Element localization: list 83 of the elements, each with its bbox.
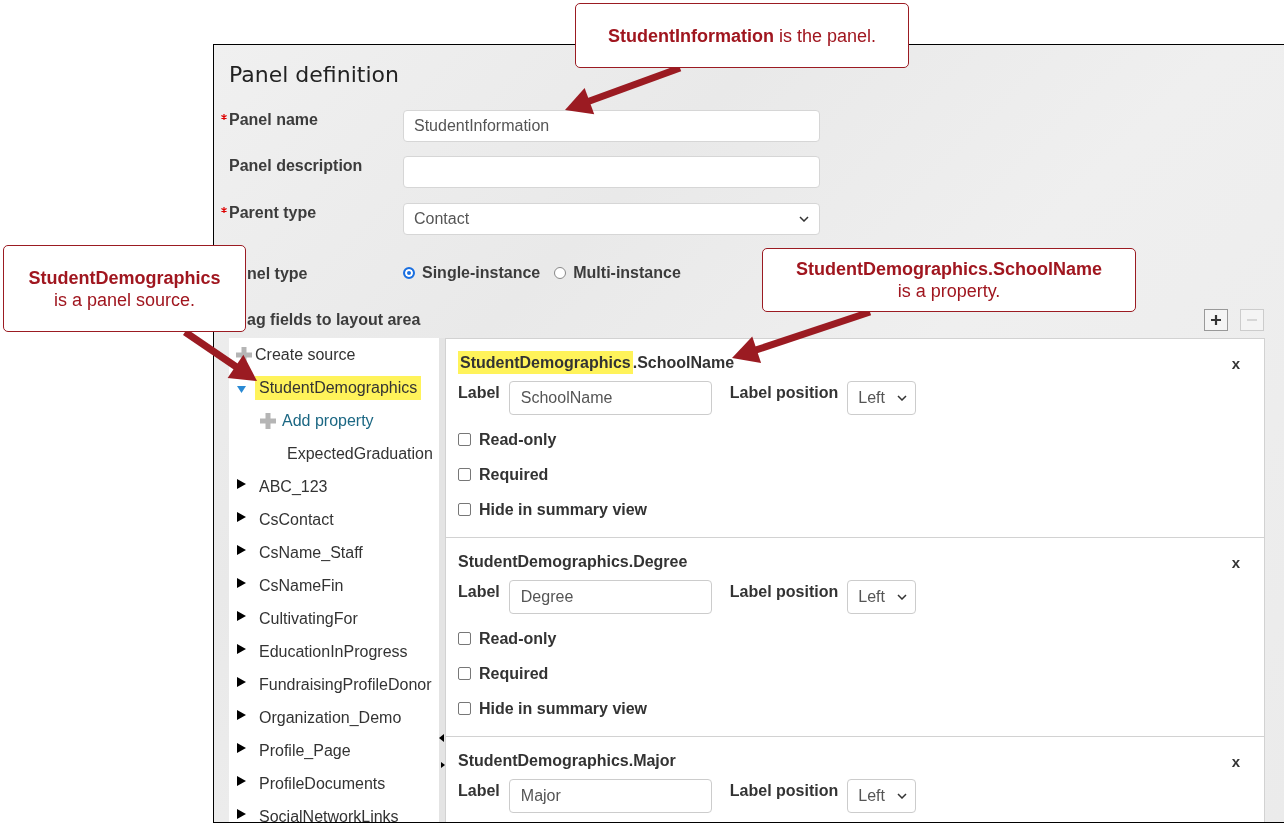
tree-item[interactable]: StudentDemographics (255, 375, 422, 400)
tree-item[interactable]: EducationInProgress (255, 639, 412, 664)
property-title: StudentDemographics.Major (458, 752, 676, 770)
create-source-link[interactable]: Create source (255, 345, 356, 364)
tree-item[interactable]: ExpectedGraduation (259, 444, 433, 463)
checkbox-label: Required (479, 465, 549, 484)
tree-item[interactable]: CsContact (255, 507, 338, 532)
tree-item[interactable]: Profile_Page (255, 738, 355, 763)
checkbox[interactable] (458, 702, 471, 715)
tree-item[interactable]: SocialNetworkLinks (255, 804, 403, 822)
property-title: StudentDemographics.SchoolName (458, 354, 735, 372)
right-triangle-icon[interactable] (441, 762, 445, 768)
chevron-down-icon (897, 793, 908, 799)
checkbox[interactable] (458, 503, 471, 516)
label-field[interactable]: Major (508, 779, 712, 813)
add-button[interactable] (1204, 309, 1228, 331)
expand-triangle-icon[interactable] (237, 511, 246, 522)
expand-triangle-icon[interactable] (237, 775, 246, 786)
tree-item[interactable]: ABC_123 (255, 474, 332, 499)
tree-item[interactable]: CultivatingFor (255, 606, 362, 631)
checkbox-label: Hide in summary view (479, 500, 648, 519)
section-label: ag fields to layout area (246, 311, 421, 329)
label-position-select[interactable]: Left (847, 381, 917, 415)
chevron-down-icon (897, 395, 908, 401)
field-label: Label (458, 781, 500, 800)
tree-item[interactable]: Organization_Demo (255, 705, 406, 730)
tree-item[interactable]: CsName_Staff (255, 540, 367, 565)
field-label: Label (458, 383, 500, 402)
field-label: nel type (247, 265, 308, 282)
label-position-select[interactable]: Left (847, 779, 917, 813)
expand-triangle-icon[interactable] (237, 676, 246, 687)
label-field[interactable]: Degree (508, 580, 712, 614)
callout-text: StudentInformation is the panel. (607, 24, 877, 47)
plus-icon (235, 345, 253, 364)
field-label: Label position (729, 582, 839, 601)
field-label: Panel name (229, 111, 318, 128)
text-field[interactable] (403, 156, 820, 188)
field-label: Label position (729, 383, 839, 402)
checkbox[interactable] (458, 667, 471, 680)
checkbox-label: Required (479, 664, 549, 683)
expand-triangle-icon[interactable] (237, 478, 246, 489)
checkbox-label: Hide in summary view (479, 699, 648, 718)
plus-icon (1211, 315, 1221, 325)
close-button[interactable]: x (1231, 752, 1240, 770)
field-label: Parent type (229, 204, 317, 221)
label-position-select[interactable]: Left (847, 580, 917, 614)
close-button[interactable]: x (1231, 354, 1240, 372)
chevron-down-icon (799, 216, 809, 222)
radio-button[interactable] (554, 267, 567, 279)
expand-triangle-icon[interactable] (237, 709, 246, 720)
left-triangle-icon[interactable] (439, 734, 444, 742)
expand-triangle-icon[interactable] (237, 742, 246, 753)
label-field[interactable]: SchoolName (508, 381, 712, 415)
expanded-caret-icon[interactable] (237, 386, 246, 393)
select-field[interactable]: Contact (403, 203, 820, 235)
property-title: StudentDemographics.Degree (458, 553, 688, 571)
checkbox[interactable] (458, 468, 471, 481)
callout-text: StudentDemographics.SchoolName is a property. (795, 258, 1103, 302)
expand-triangle-icon[interactable] (237, 808, 246, 819)
radio-label: Single-instance (422, 264, 541, 282)
expand-triangle-icon[interactable] (237, 577, 246, 588)
plus-icon (259, 411, 277, 430)
close-button[interactable]: x (1231, 553, 1240, 571)
tree-item[interactable]: ProfileDocuments (255, 771, 390, 796)
callout-text: StudentDemographics is a panel source. (28, 266, 221, 311)
add-property-link[interactable]: Add property (282, 411, 374, 430)
chevron-down-icon (897, 594, 908, 600)
tree-item[interactable]: FundraisingProfileDonor (255, 672, 436, 697)
checkbox-label: Read-only (479, 430, 557, 449)
text-field[interactable]: StudentInformation (403, 110, 820, 142)
expand-triangle-icon[interactable] (237, 610, 246, 621)
page-title: Panel definition (229, 61, 399, 89)
checkbox-label: Read-only (479, 629, 557, 648)
field-label: Label position (729, 781, 839, 800)
field-label: Panel description (229, 157, 363, 174)
radio-label: Multi-instance (573, 264, 681, 282)
expand-triangle-icon[interactable] (237, 544, 246, 555)
tree-item[interactable]: CsNameFin (255, 573, 348, 598)
checkbox[interactable] (458, 433, 471, 446)
expand-triangle-icon[interactable] (237, 643, 246, 654)
radio-button[interactable] (403, 267, 415, 279)
field-label: Label (458, 582, 500, 601)
checkbox[interactable] (458, 632, 471, 645)
